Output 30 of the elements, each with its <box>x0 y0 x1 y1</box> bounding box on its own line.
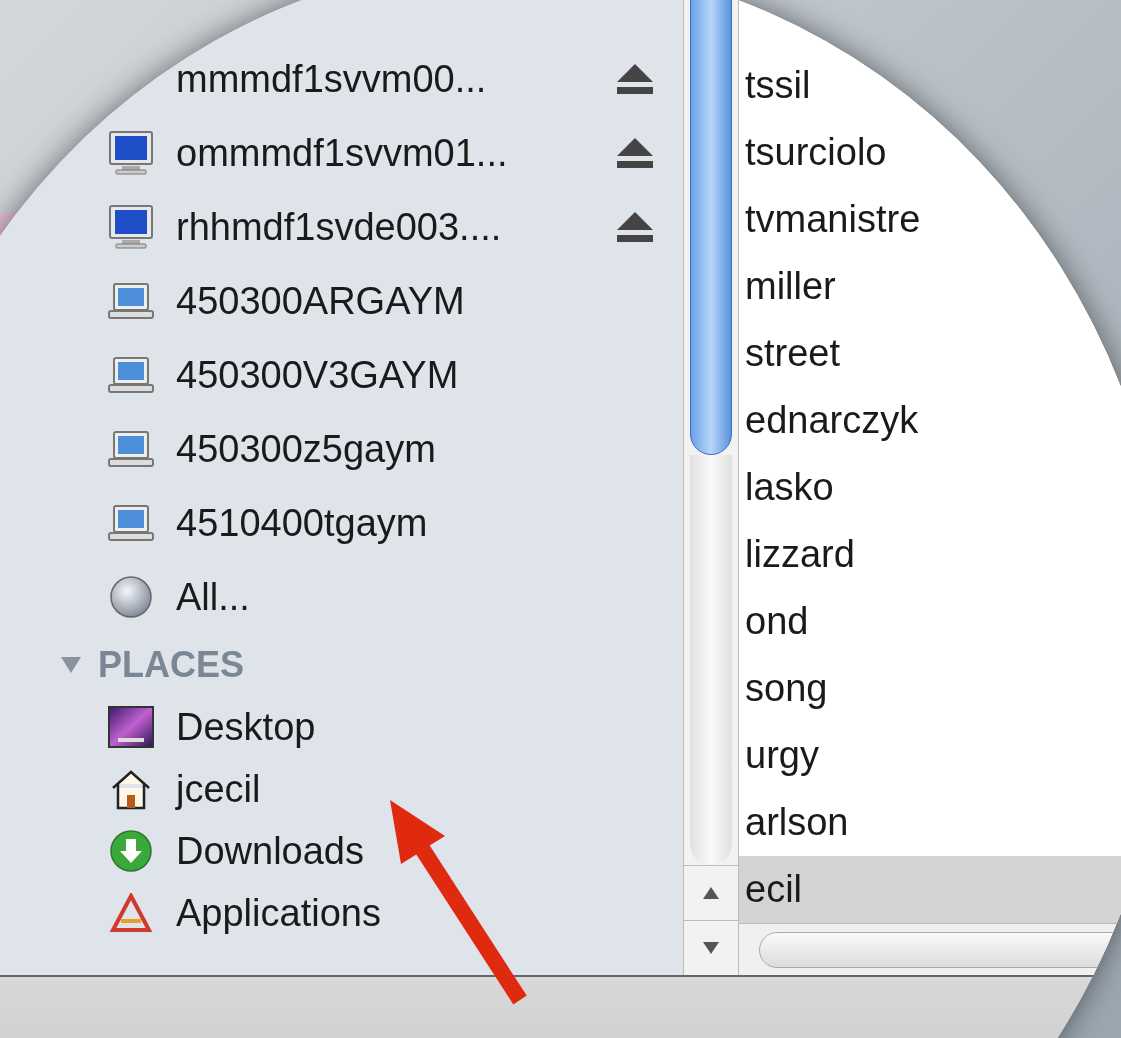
monitor-icon <box>108 204 154 250</box>
laptop-icon <box>108 504 154 542</box>
eject-icon[interactable] <box>615 62 655 96</box>
scroll-up-arrow-icon[interactable] <box>702 886 720 900</box>
vertical-scrollbar[interactable] <box>683 0 738 975</box>
laptop-icon <box>108 430 154 468</box>
laptop-icon <box>108 282 154 320</box>
globe-icon <box>109 575 153 619</box>
desktop-icon <box>108 706 154 748</box>
sidebar-item[interactable]: jcecil <box>108 758 261 820</box>
file-list-row[interactable]: ecil <box>739 856 1121 923</box>
sidebar-item[interactable]: 450300z5gaym <box>108 412 655 486</box>
sidebar-item[interactable]: mmmdf1svvm00... <box>176 42 655 116</box>
download-icon <box>109 829 153 873</box>
sidebar-item[interactable]: 4510400tgaym <box>108 486 655 560</box>
sidebar-item[interactable]: Downloads <box>108 820 364 882</box>
sidebar-item[interactable]: Applications <box>108 882 381 944</box>
sidebar-item[interactable]: Desktop <box>108 696 316 758</box>
applications-icon <box>109 893 153 933</box>
laptop-icon <box>108 356 154 394</box>
monitor-icon <box>108 130 154 176</box>
sidebar-item[interactable]: All... <box>108 560 655 634</box>
sidebar-item[interactable]: rhhmdf1svde003.... <box>108 190 655 264</box>
scroll-down-arrow-icon[interactable] <box>702 941 720 955</box>
sidebar-item[interactable]: 450300ARGAYM <box>108 264 655 338</box>
sidebar-item[interactable]: 450300V3GAYM <box>108 338 655 412</box>
eject-icon[interactable] <box>615 136 655 170</box>
sidebar-item[interactable]: ommmdf1svvm01... <box>108 116 655 190</box>
eject-icon[interactable] <box>615 210 655 244</box>
scrollbar-thumb[interactable] <box>690 0 732 455</box>
